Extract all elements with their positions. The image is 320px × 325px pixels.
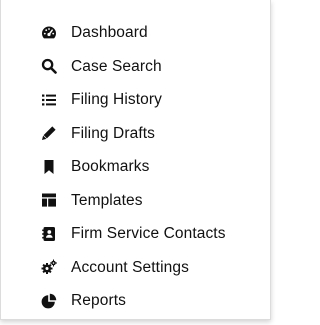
search-icon	[41, 58, 57, 75]
menu-item-label: Filing Drafts	[71, 124, 155, 142]
contact-card-icon	[41, 226, 57, 242]
menu-item-filing-drafts[interactable]: Filing Drafts	[1, 117, 270, 151]
menu-item-label: Filing History	[71, 91, 162, 108]
menu-item-label: Reports	[71, 292, 126, 309]
cogs-icon	[41, 259, 57, 275]
menu-item-label: Case Search	[71, 57, 162, 75]
menu-item-label: Account Settings	[71, 258, 189, 276]
menu-item-dashboard[interactable]: Dashboard	[1, 16, 270, 50]
menu-item-templates[interactable]: Templates	[1, 184, 270, 218]
tachometer-icon	[41, 25, 57, 41]
menu-item-label: Dashboard	[71, 24, 148, 41]
menu-item-filing-history[interactable]: Filing History	[1, 83, 270, 117]
menu-item-label: Bookmarks	[71, 158, 150, 175]
bookmark-icon	[41, 159, 57, 175]
menu-list: Dashboard Case Search Filing History Fil…	[1, 16, 270, 318]
menu-item-case-search[interactable]: Case Search	[1, 50, 270, 84]
menu-item-label: Templates	[71, 191, 143, 209]
menu-item-bookmarks[interactable]: Bookmarks	[1, 150, 270, 184]
menu-item-firm-service-contacts[interactable]: Firm Service Contacts	[1, 217, 270, 251]
menu-item-label: Firm Service Contacts	[71, 225, 226, 242]
navigation-dropdown-menu: Dashboard Case Search Filing History Fil…	[0, 0, 271, 320]
list-icon	[41, 92, 57, 108]
menu-item-reports[interactable]: Reports	[1, 284, 270, 318]
pencil-icon	[41, 125, 57, 141]
menu-item-account-settings[interactable]: Account Settings	[1, 251, 270, 285]
pie-chart-icon	[41, 293, 57, 309]
template-icon	[41, 192, 57, 208]
